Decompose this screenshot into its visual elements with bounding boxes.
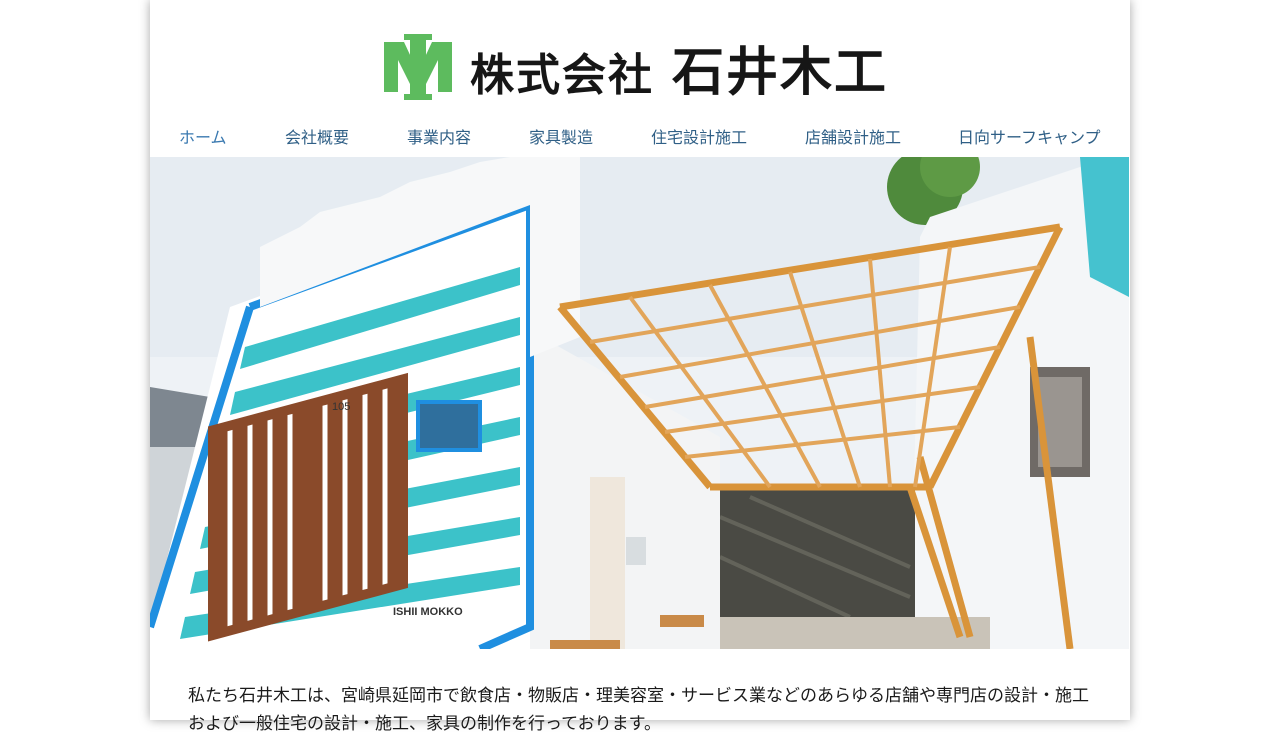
hero-photo: 105 ISHII MOKKO bbox=[150, 157, 1129, 649]
nav-item-home[interactable]: ホーム bbox=[179, 124, 227, 148]
nav-item-housing[interactable]: 住宅設計施工 bbox=[651, 124, 747, 148]
site-header: 株式会社 石井木工 ホーム 会社概要 事業内容 家具製造 住宅設計施工 店舗設計施… bbox=[150, 0, 1130, 147]
page-container: 株式会社 石井木工 ホーム 会社概要 事業内容 家具製造 住宅設計施工 店舗設計施… bbox=[150, 0, 1130, 734]
company-name: 株式会社 石井木工 bbox=[470, 30, 888, 105]
company-prefix: 株式会社 bbox=[470, 49, 654, 101]
intro-text: 私たち石井木工は、宮崎県延岡市で飲食店・物販店・理美容室・サービス業などのあらゆ… bbox=[188, 686, 1089, 734]
house-number: 105 bbox=[332, 401, 350, 413]
main-navigation: ホーム 会社概要 事業内容 家具製造 住宅設計施工 店舗設計施工 日向サーフキャ… bbox=[150, 118, 1130, 154]
nav-item-store[interactable]: 店舗設計施工 bbox=[805, 124, 901, 148]
nav-item-business[interactable]: 事業内容 bbox=[407, 124, 471, 148]
logo-mark-icon bbox=[380, 34, 456, 100]
shop-sign: ISHII MOKKO bbox=[393, 606, 463, 618]
company-main-name: 石井木工 bbox=[672, 41, 889, 103]
nav-item-surf-camp[interactable]: 日向サーフキャンプ bbox=[958, 124, 1101, 148]
nav-item-furniture[interactable]: 家具製造 bbox=[529, 124, 593, 148]
company-logo[interactable]: 株式会社 石井木工 bbox=[380, 30, 900, 104]
hero-image: 105 ISHII MOKKO bbox=[150, 157, 1129, 649]
nav-item-company[interactable]: 会社概要 bbox=[285, 124, 349, 148]
